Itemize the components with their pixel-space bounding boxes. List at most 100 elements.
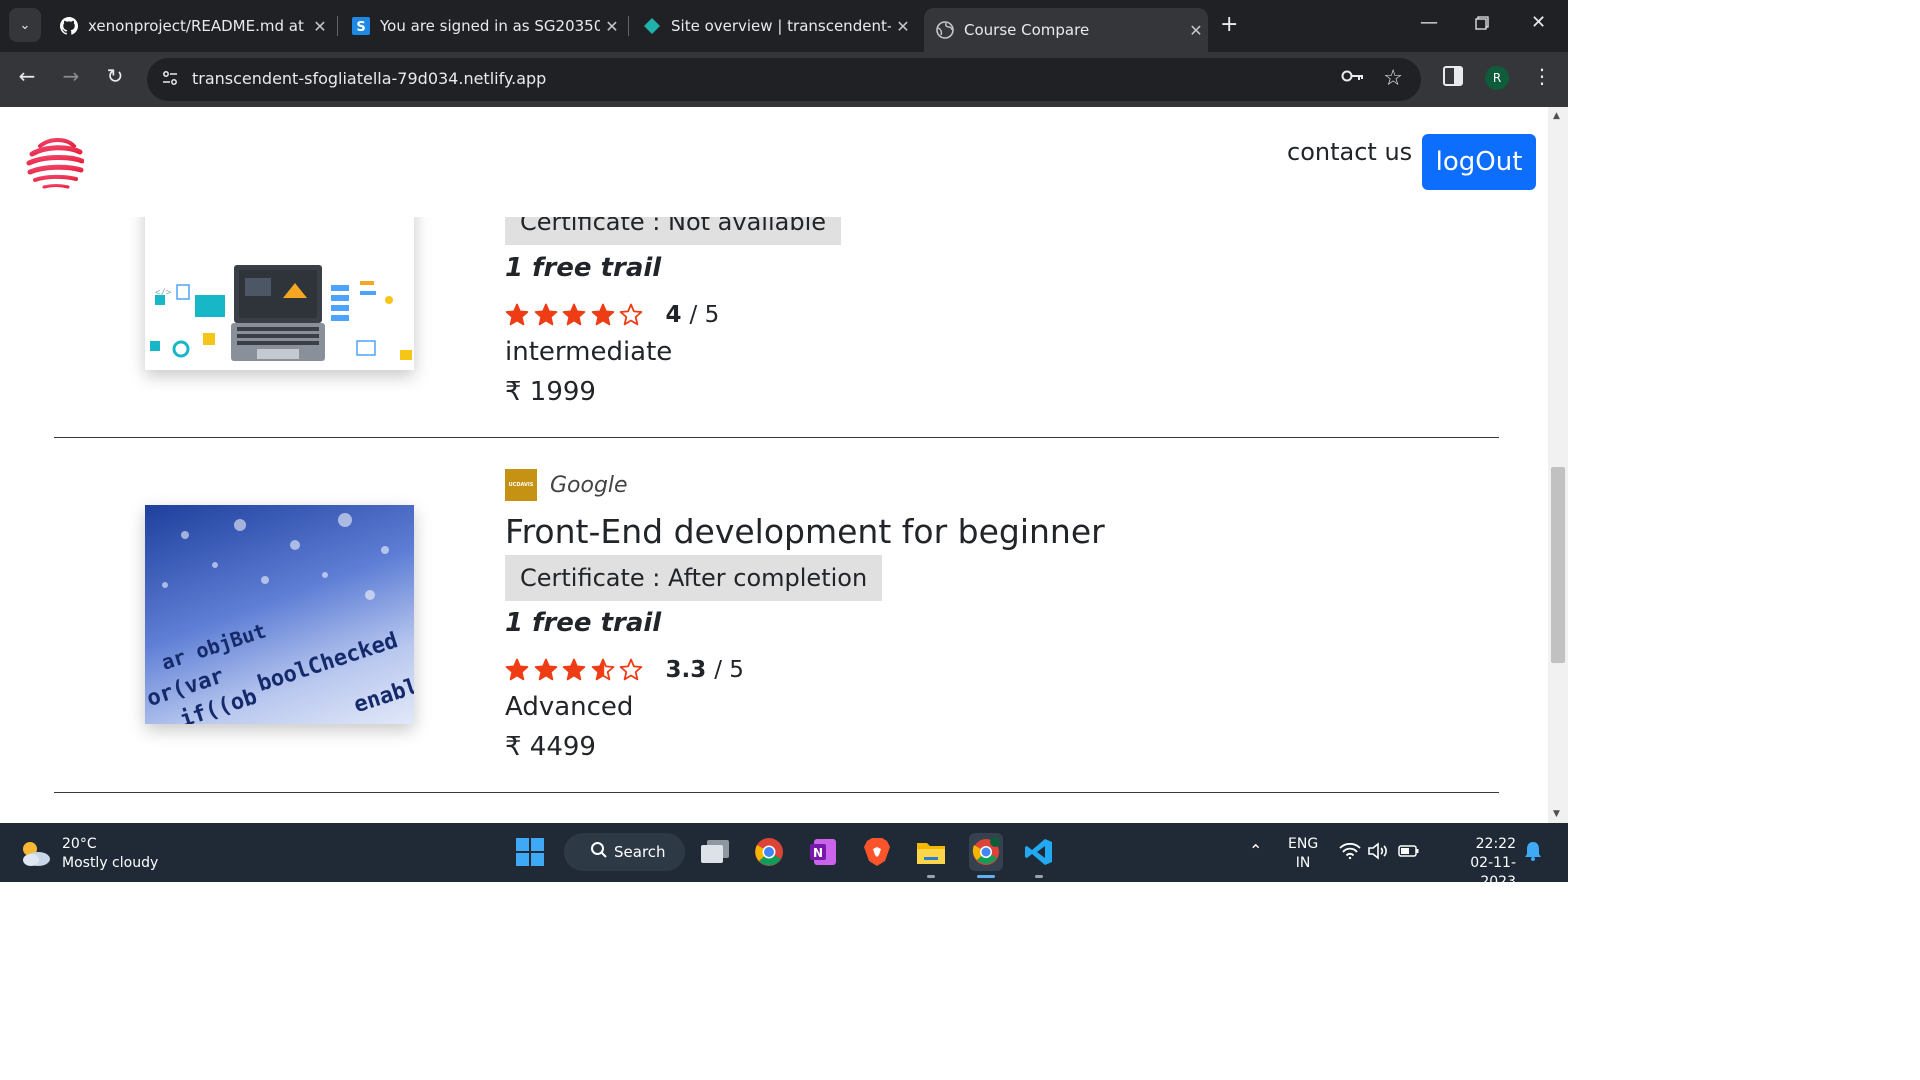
site-info-icon[interactable] [161,69,181,89]
svg-text:N: N [813,846,823,860]
profile-avatar[interactable]: R [1485,66,1509,90]
star-filled-icon [505,658,529,681]
star-filled-icon [591,303,614,326]
volume-icon[interactable] [1368,842,1390,866]
provider-name: Google [550,472,628,498]
tab-signed-in[interactable]: S You are signed in as SG20350 ✕ [340,8,624,44]
star-filled-icon [562,658,586,681]
running-indicator [927,875,935,878]
course-price: ₹ 4499 [505,732,596,762]
scroll-up-arrow-icon[interactable]: ▲ [1553,111,1560,121]
netlify-icon [643,17,661,35]
running-indicator [977,875,995,878]
address-bar[interactable]: transcendent-sfogliatella-79d034.netlify… [147,58,1421,101]
new-tab-icon[interactable]: + [1220,12,1238,37]
page-scrollbar[interactable]: ▲ ▼ [1548,107,1568,823]
star-rating [505,303,648,327]
windows-taskbar: 20°C Mostly cloudy Search N ⌃ ENG IN 22:… [0,823,1568,890]
rating-value: 3.3 [665,657,707,683]
sphere-logo-icon [26,138,85,189]
tab-course-compare[interactable]: Course Compare ✕ [924,8,1208,52]
course-divider [54,792,1499,793]
star-empty-icon [619,303,643,326]
chrome-icon[interactable] [753,836,785,868]
running-indicator [1035,875,1043,878]
scroll-down-arrow-icon[interactable]: ▼ [1553,809,1560,819]
windows-start-icon[interactable] [514,836,546,868]
notification-bell-icon[interactable] [1524,841,1542,867]
close-tab-icon[interactable]: ✕ [308,17,332,36]
battery-icon[interactable] [1398,844,1420,864]
taskbar-search-button[interactable]: Search [564,833,685,871]
site-logo[interactable] [26,134,85,192]
svg-text:</>: </> [155,288,172,298]
bookmark-star-icon[interactable]: ☆ [1383,66,1403,91]
star-filled-icon [562,303,586,326]
language-indicator[interactable]: ENG IN [1288,835,1318,873]
star-filled-icon [534,303,557,326]
back-icon[interactable]: ← [12,64,42,88]
tab-search-chevron-icon[interactable]: ⌄ [9,8,41,42]
course-level: intermediate [505,337,673,367]
show-hidden-icons-chevron-icon[interactable]: ⌃ [1249,841,1262,860]
tab-title: You are signed in as SG20350 [380,17,600,35]
svg-text:S: S [356,20,365,35]
forward-icon[interactable]: → [56,64,86,88]
star-rating [505,658,648,682]
reload-icon[interactable]: ↻ [100,64,130,88]
page-viewport: </> Full Stack Developer Certificate : N… [0,107,1568,823]
course-image-code[interactable]: ar objBut or(var if((ob boolChecked enab… [145,505,414,724]
logout-button[interactable]: logOut [1422,134,1536,190]
password-key-icon[interactable] [1341,68,1365,89]
close-window-icon[interactable]: ✕ [1531,12,1546,33]
course-level: Advanced [505,692,634,722]
chrome-profile-icon[interactable] [969,833,1003,871]
minimize-icon[interactable]: — [1420,12,1438,33]
course-provider: UCDAVIS Google [505,469,628,501]
close-tab-icon[interactable]: ✕ [891,17,915,36]
certificate-badge: Certificate : After completion [505,555,883,601]
scrollbar-thumb[interactable] [1551,467,1565,663]
browser-tab-bar: ⌄ xenonproject/README.md at r ✕ S You ar… [0,0,1568,52]
s-brand-icon: S [352,17,370,35]
side-panel-icon[interactable] [1443,66,1463,86]
tab-github[interactable]: xenonproject/README.md at r ✕ [48,8,332,44]
ucdavis-logo: UCDAVIS [505,469,537,501]
rating-stars: 4 / 5 [505,302,719,328]
onenote-icon[interactable]: N [807,836,839,868]
browser-toolbar: ← → ↻ transcendent-sfogliatella-79d034.n… [0,52,1568,107]
weather-widget[interactable]: 20°C Mostly cloudy [18,835,158,873]
tab-title: Course Compare [964,21,1090,39]
tab-netlify[interactable]: Site overview | transcendent-s ✕ [631,8,915,44]
tab-separator [337,16,338,36]
restore-icon[interactable] [1475,14,1489,35]
brave-icon[interactable] [861,836,893,868]
course-divider [54,437,1499,438]
close-tab-icon[interactable]: ✕ [600,17,624,36]
star-filled-icon [534,658,557,681]
file-explorer-icon[interactable] [915,836,947,868]
task-view-icon[interactable] [699,836,731,868]
contact-us-link[interactable]: contact us [1287,138,1412,166]
star-half-icon [591,658,614,681]
language-code: ENG [1288,836,1319,852]
vscode-icon[interactable] [1023,836,1055,868]
search-label: Search [614,843,666,861]
github-icon [60,17,78,35]
region-code: IN [1295,855,1311,871]
tab-title: Site overview | transcendent-s [671,17,891,35]
more-menu-icon[interactable]: ⋮ [1532,64,1552,88]
weather-condition: Mostly cloudy [62,855,159,871]
site-header: contact us logOut [0,107,1548,217]
clock[interactable]: 22:22 02-11-2023 [1438,835,1516,892]
search-icon [590,841,608,863]
wifi-icon[interactable] [1339,842,1361,865]
close-tab-icon[interactable]: ✕ [1184,21,1208,40]
partly-cloudy-icon [18,839,52,869]
rating-max: / 5 [689,302,720,328]
clock-date: 02-11-2023 [1470,855,1516,890]
free-trial-label: 1 free trail [505,253,662,283]
tab-title: xenonproject/README.md at r [88,17,308,35]
globe-icon [936,21,954,39]
course-title[interactable]: Front-End development for beginner [505,512,1105,551]
